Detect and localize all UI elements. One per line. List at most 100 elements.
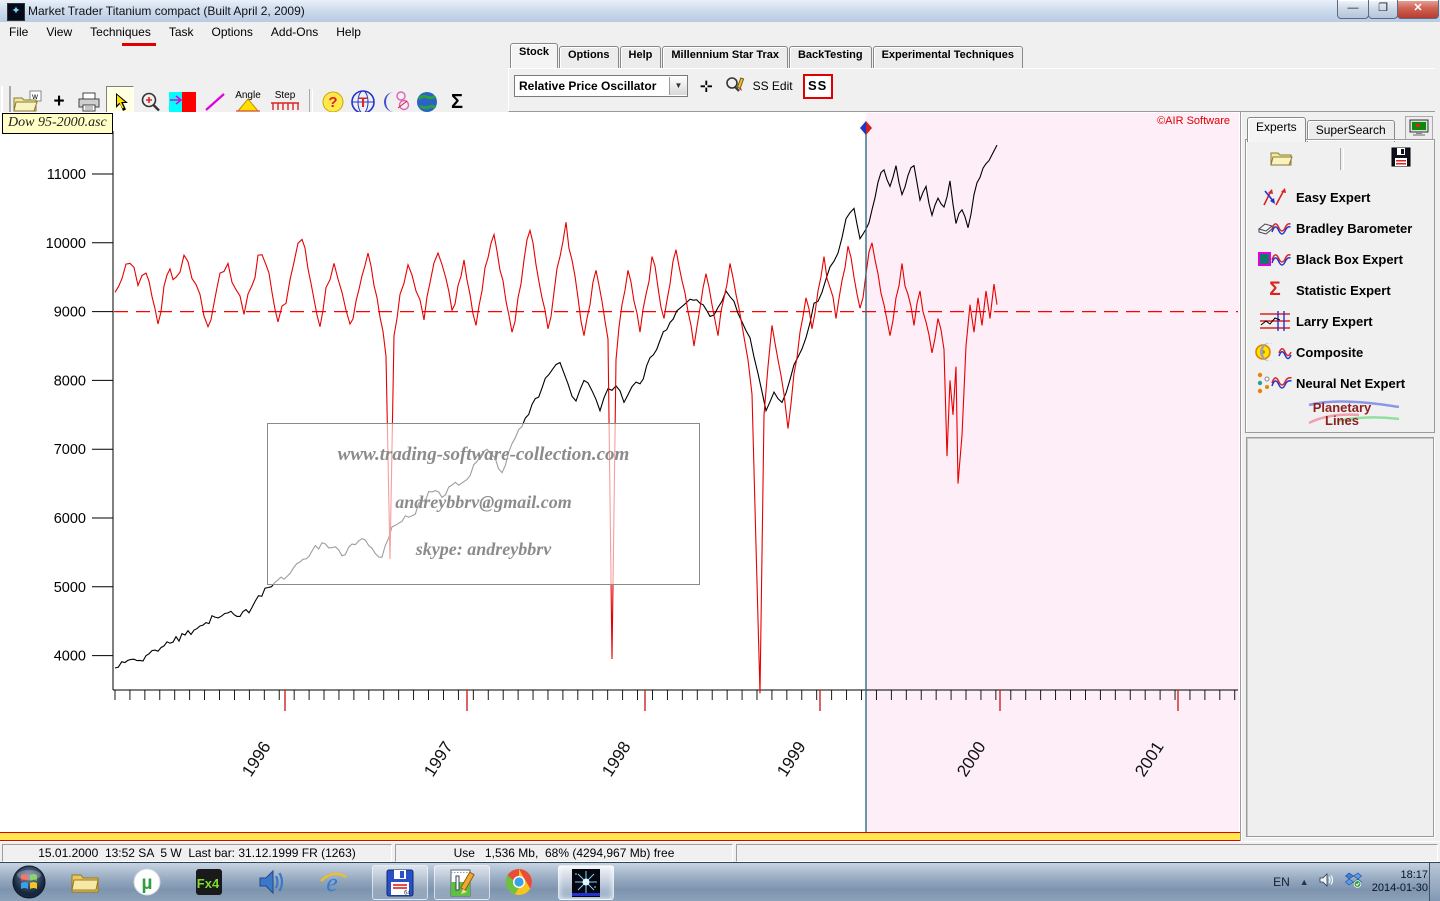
svg-text:1996: 1996 [238, 738, 275, 780]
language-indicator[interactable]: EN [1273, 875, 1290, 889]
svg-text:7000: 7000 [54, 442, 86, 458]
explorer-button[interactable] [62, 867, 108, 897]
floppy64-button[interactable]: 64 [372, 865, 428, 900]
chrome-button[interactable] [496, 867, 542, 897]
menu-bar: FileViewTechniquesTaskOptionsAdd-OnsHelp [0, 22, 1440, 43]
fx4-button[interactable]: Fx4 [186, 867, 232, 897]
status-memory-info: Use 1,536 Mb, 68% (4294,967 Mb) free [395, 844, 733, 862]
monitor-icon [1409, 119, 1429, 137]
volume-app-button[interactable] [248, 867, 294, 897]
market-trader-button[interactable] [558, 865, 614, 900]
expert-item-larry-expert[interactable]: Larry Expert [1254, 308, 1430, 334]
expert-item-bradley-barometer[interactable]: Bradley Barometer [1254, 215, 1430, 241]
menu-techniques[interactable]: Techniques [81, 22, 160, 39]
experts-tab-experts[interactable]: Experts [1247, 117, 1306, 142]
main-tabs: StockOptionsHelpMillennium Star TraxBack… [510, 46, 1024, 68]
monitor-icon-button[interactable] [1405, 116, 1433, 140]
svg-text:e: e [326, 868, 338, 896]
status-spacer [736, 844, 1438, 862]
expert-item-black-box-expert[interactable]: Black Box Expert [1254, 246, 1430, 272]
magnifier-pencil-icon [725, 75, 745, 93]
tab-stock[interactable]: Stock [510, 43, 558, 68]
expert-item-planetary-lines[interactable]: PlanetaryLines [1254, 401, 1430, 427]
dropbox-box-icon [1345, 872, 1362, 888]
close-button[interactable]: ✕ [1397, 0, 1439, 19]
tray-time: 18:17 [1372, 869, 1428, 882]
chevron-down-icon[interactable]: ▼ [669, 77, 687, 95]
folder-open-icon [1269, 147, 1293, 167]
expert-label: Statistic Expert [1296, 283, 1391, 298]
tab-millennium-star-trax[interactable]: Millennium Star Trax [662, 46, 788, 68]
air-software-credit: ©AIR Software [1157, 115, 1230, 127]
svg-text:11000: 11000 [47, 167, 86, 183]
bradley-barometer-icon [1254, 217, 1296, 239]
tray-chevron-up-icon[interactable]: ▲ [1300, 877, 1309, 887]
study-selector[interactable]: Relative Price Oscillator ▼ [514, 75, 688, 97]
svg-text:?: ? [328, 94, 337, 111]
easy-expert-icon [1254, 185, 1296, 209]
chart-area[interactable]: 1100010000900080007000600050004000199619… [0, 112, 1240, 841]
menu-help[interactable]: Help [327, 22, 370, 39]
floppy-save-icon [1391, 147, 1411, 167]
title-bar: ✦ Market Trader Titanium compact (Built … [0, 0, 1440, 23]
tray-speaker-icon[interactable] [1319, 873, 1335, 892]
expert-item-composite[interactable]: Composite [1254, 339, 1430, 365]
expert-label-planetary-lines: PlanetaryLines [1313, 401, 1372, 427]
expert-label: Black Box Expert [1296, 252, 1403, 267]
speaker-icon [1319, 873, 1335, 887]
svg-text:5000: 5000 [54, 580, 86, 596]
ss-button[interactable]: SS [803, 74, 833, 99]
window-title: Market Trader Titanium compact (Built Ap… [28, 4, 305, 18]
start-button[interactable] [6, 867, 52, 897]
utorrent-button[interactable]: µ [124, 867, 170, 897]
menu-file[interactable]: File [0, 22, 37, 39]
app-icon: ✦ [7, 3, 25, 21]
svg-text:µ: µ [142, 873, 153, 894]
tab-backtesting[interactable]: BackTesting [789, 46, 872, 68]
experts-list-box: Easy Expert Bradley Barometer Black Box Ex… [1245, 139, 1435, 433]
stock-tab-panel: StockOptionsHelpMillennium Star TraxBack… [508, 42, 1436, 111]
ss-edit-label: SS Edit [753, 79, 793, 93]
open-expert-button[interactable] [1269, 147, 1293, 172]
restore-button[interactable]: ❐ [1368, 0, 1398, 19]
add-study-button[interactable]: ⊹ [700, 77, 713, 95]
tray-date: 2014-01-30 [1372, 882, 1428, 895]
larry-expert-icon [1254, 309, 1296, 333]
expert-label: Composite [1296, 345, 1363, 360]
menu-addons[interactable]: Add-Ons [262, 22, 327, 39]
menu-task[interactable]: Task [160, 22, 203, 39]
windows-taskbar: µ Fx4 e 64 EN ▲ 18:17 2014-01-30 [0, 862, 1440, 901]
show-desktop-button[interactable] [1429, 863, 1440, 901]
tab-experimental-techniques[interactable]: Experimental Techniques [873, 46, 1023, 68]
svg-text:6000: 6000 [54, 511, 86, 527]
menu-view[interactable]: View [37, 22, 81, 39]
edit-study-icon[interactable] [725, 75, 745, 97]
expert-item-neural-net-expert[interactable]: Neural Net Expert [1254, 370, 1430, 396]
dropbox-icon[interactable] [1345, 872, 1362, 893]
svg-text:1999: 1999 [773, 738, 810, 780]
save-expert-button[interactable] [1391, 147, 1411, 172]
tray-clock[interactable]: 18:17 2014-01-30 [1372, 869, 1428, 895]
status-date-info: 15.01.2000 13:52 SA 5 W Last bar: 31.12.… [2, 844, 392, 862]
minimize-button[interactable]: — [1337, 0, 1369, 19]
menu-options[interactable]: Options [203, 22, 262, 39]
black-box-expert-icon [1254, 248, 1296, 270]
status-bar: 15.01.2000 13:52 SA 5 W Last bar: 31.12.… [0, 841, 1440, 863]
svg-text:4000: 4000 [54, 649, 86, 665]
expert-item-easy-expert[interactable]: Easy Expert [1254, 184, 1430, 210]
chart-bottom-strip [0, 832, 1240, 841]
expert-label: Easy Expert [1296, 190, 1370, 205]
expert-item-statistic-expert[interactable]: ΣStatistic Expert [1254, 277, 1430, 303]
tab-help[interactable]: Help [620, 46, 662, 68]
chart-file-label[interactable]: Dow 95-2000.asc [2, 113, 113, 134]
expert-label: Neural Net Expert [1296, 376, 1405, 391]
statistic-expert-icon: Σ [1254, 279, 1296, 301]
internet-explorer-button[interactable]: e [310, 867, 356, 897]
notepad-editor-button[interactable] [434, 865, 490, 900]
svg-text:64: 64 [404, 890, 411, 896]
svg-text:1997: 1997 [420, 738, 457, 780]
watermark-url: www.trading-software-collection.com [268, 444, 699, 466]
active-tool-indicator [122, 43, 156, 46]
svg-text:Fx4: Fx4 [197, 876, 220, 891]
tab-options[interactable]: Options [559, 46, 619, 68]
